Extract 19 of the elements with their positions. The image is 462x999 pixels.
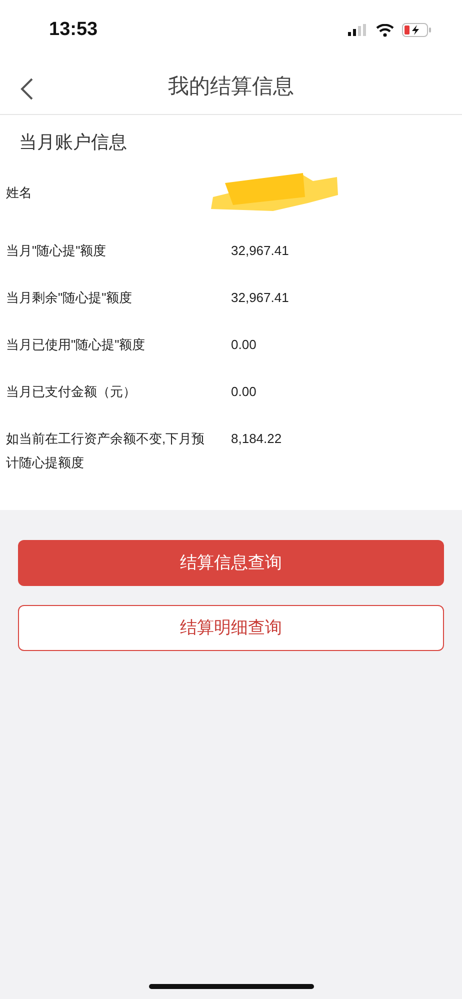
field-value: 32,967.41 [231,290,290,306]
query-button[interactable]: 结算明细查询 [18,605,444,651]
field-value: 32,967.41 [231,243,290,259]
field-label: 当月已使用"随心提"额度 [6,336,146,354]
query-button[interactable]: 结算信息查询 [18,540,444,586]
section-title: 当月账户信息 [18,131,128,154]
field-label: 姓名 [6,184,33,202]
field-value: 0.00 [231,337,258,353]
status-time: 13:53 [49,18,98,42]
field-value: 0.00 [231,384,258,400]
wifi-icon [376,24,394,36]
page-title: 我的结算信息 [168,74,294,100]
battery-charging-icon [402,23,432,37]
field-label: 当月已支付金额（元） [6,383,137,401]
signal-icon [348,24,368,36]
field-label: 当月"随心提"额度 [6,242,108,260]
field-label: 当月剩余"随心提"额度 [6,289,134,307]
field-value: 8,184.22 [231,431,283,447]
field-label: 如当前在工行资产余额不变,下月预计随心提额度 [6,430,206,472]
